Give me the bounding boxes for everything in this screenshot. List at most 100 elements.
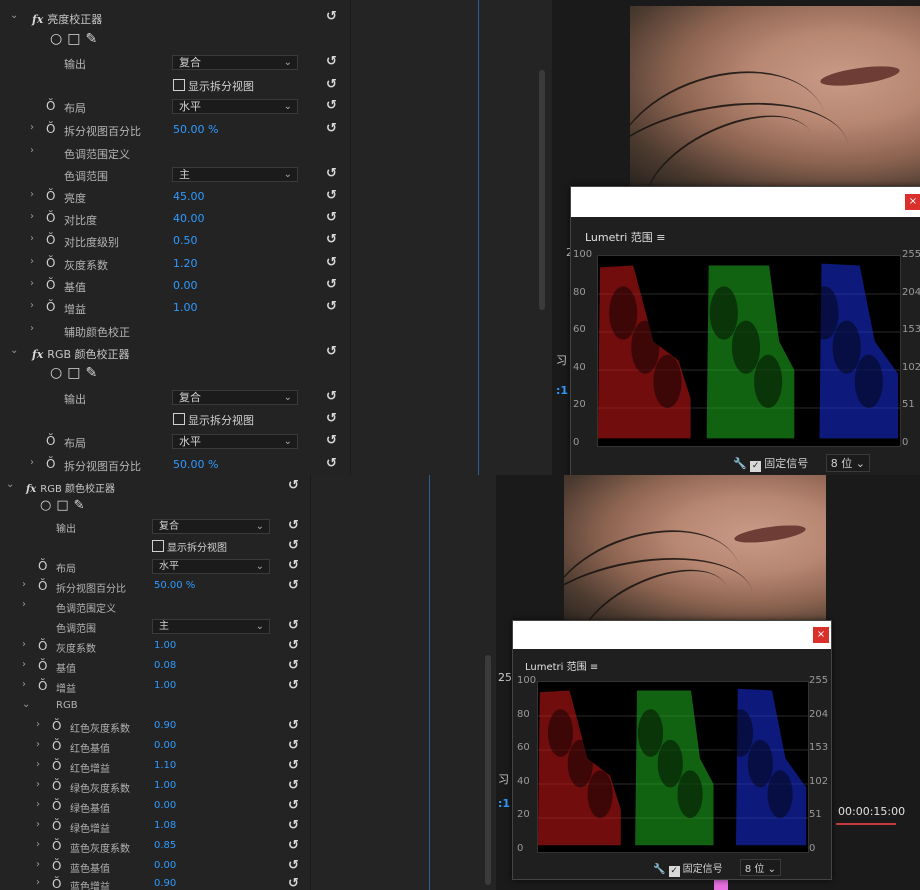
timeline-area[interactable] [310,475,497,890]
reset-icon[interactable]: ↺ [288,538,299,553]
red-gamma-value[interactable]: 0.90 [154,720,176,731]
stopwatch-icon[interactable]: Ŏ [46,233,55,247]
split-view-checkbox[interactable]: 显示拆分视图 [173,78,254,94]
stopwatch-icon[interactable]: Ŏ [52,799,61,813]
menu-icon[interactable]: ≡ [656,231,665,244]
blue-gain-value[interactable]: 0.90 [154,878,176,889]
stopwatch-icon[interactable]: Ŏ [52,859,61,873]
reset-icon[interactable]: ↺ [326,188,337,203]
scrollbar[interactable] [539,70,545,310]
pedestal-value[interactable]: 0.00 [173,279,198,292]
split-pct-value[interactable]: 50.00 % [173,123,218,136]
reset-icon[interactable]: ↺ [326,299,337,314]
effect-header-rgb[interactable]: ⌄ fx RGB 颜色校正器 ↺ [0,477,310,497]
mask-tool-icons[interactable]: ○□✎ [50,31,102,47]
stopwatch-icon[interactable]: Ŏ [46,211,55,225]
reset-icon[interactable]: ↺ [288,818,299,833]
reset-icon[interactable]: ↺ [288,798,299,813]
reset-icon[interactable]: ↺ [326,411,337,426]
reset-icon[interactable]: ↺ [288,718,299,733]
expand-chevron-icon[interactable]: › [30,300,34,311]
layout-dropdown[interactable]: 水平 ⌄ [172,434,298,449]
reset-icon[interactable]: ↺ [288,778,299,793]
reset-icon[interactable]: ↺ [288,858,299,873]
mask-tool-icons[interactable]: ○□✎ [50,365,102,381]
timeline-area[interactable] [350,0,551,475]
gamma-value[interactable]: 1.20 [173,257,198,270]
tonal-range-dropdown[interactable]: 主 ⌄ [172,167,298,182]
expand-chevron-icon[interactable]: › [30,122,34,133]
gain-value[interactable]: 1.00 [154,680,176,691]
reset-icon[interactable]: ↺ [326,166,337,181]
reset-icon[interactable]: ↺ [326,77,337,92]
stopwatch-icon[interactable]: Ŏ [52,779,61,793]
expand-chevron-icon[interactable]: › [30,278,34,289]
mask-tool-icons[interactable]: ○□✎ [40,498,90,513]
blue-gamma-value[interactable]: 0.85 [154,840,176,851]
reset-icon[interactable]: ↺ [326,456,337,471]
window-titlebar[interactable]: × [571,187,920,217]
stopwatch-icon[interactable]: Ŏ [52,839,61,853]
expand-chevron-icon[interactable]: › [22,659,26,670]
expand-chevron-icon[interactable]: › [36,799,40,810]
split-view-checkbox[interactable]: 显示拆分视图 [152,539,227,554]
layout-dropdown[interactable]: 水平 ⌄ [172,99,298,114]
rgb-group-row[interactable]: ⌄ RGB [0,697,310,717]
playhead[interactable] [478,0,479,475]
expand-chevron-icon[interactable]: › [36,759,40,770]
stopwatch-icon[interactable]: Ŏ [46,189,55,203]
expand-chevron-icon[interactable]: › [30,211,34,222]
green-gain-value[interactable]: 1.08 [154,820,176,831]
reset-icon[interactable]: ↺ [288,838,299,853]
expand-chevron-icon[interactable]: › [30,457,34,468]
expand-chevron-icon[interactable]: › [30,145,34,156]
expand-chevron-icon[interactable]: › [36,779,40,790]
expand-chevron-icon[interactable]: › [36,819,40,830]
reset-icon[interactable]: ↺ [326,344,337,359]
stopwatch-icon[interactable]: Ŏ [52,877,61,890]
reset-icon[interactable]: ↺ [288,578,299,593]
effect-header-rgb[interactable]: ⌄ fx RGB 颜色校正器 ↺ [0,343,350,363]
stopwatch-icon[interactable]: Ŏ [46,278,55,292]
expand-chevron-icon[interactable]: › [22,679,26,690]
expand-chevron-icon[interactable]: › [36,839,40,850]
stopwatch-icon[interactable]: Ŏ [46,300,55,314]
blue-pedestal-value[interactable]: 0.00 [154,860,176,871]
stopwatch-icon[interactable]: Ŏ [46,434,55,448]
stopwatch-icon[interactable]: Ŏ [38,639,47,653]
stopwatch-icon[interactable]: Ŏ [52,819,61,833]
collapse-chevron-icon[interactable]: ⌄ [22,699,30,710]
reset-icon[interactable]: ↺ [288,638,299,653]
split-pct-value[interactable]: 50.00 % [173,458,218,471]
window-titlebar[interactable]: × [513,621,831,649]
expand-chevron-icon[interactable]: › [36,719,40,730]
reset-icon[interactable]: ↺ [288,658,299,673]
output-dropdown[interactable]: 复合 ⌄ [152,519,270,534]
playhead[interactable] [429,475,430,890]
close-icon[interactable]: × [813,627,829,643]
reset-icon[interactable]: ↺ [288,738,299,753]
stopwatch-icon[interactable]: Ŏ [52,739,61,753]
check-icon[interactable]: ✓ [668,866,680,877]
expand-chevron-icon[interactable]: › [30,256,34,267]
reset-icon[interactable]: ↺ [326,9,337,24]
output-dropdown[interactable]: 复合 ⌄ [172,390,298,405]
check-icon[interactable]: ✓ [750,461,762,472]
stopwatch-icon[interactable]: Ŏ [46,99,55,113]
green-gamma-value[interactable]: 1.00 [154,780,176,791]
reset-icon[interactable]: ↺ [288,618,299,633]
reset-icon[interactable]: ↺ [326,433,337,448]
layout-dropdown[interactable]: 水平 ⌄ [152,559,270,574]
timecode[interactable]: 00:00:15:00 [838,805,905,818]
stopwatch-icon[interactable]: Ŏ [52,759,61,773]
bit-depth-dropdown[interactable]: 8 位 ⌄ [739,859,781,876]
split-pct-value[interactable]: 50.00 % [154,580,195,591]
menu-icon[interactable]: ≡ [590,662,598,673]
reset-icon[interactable]: ↺ [288,876,299,890]
expand-chevron-icon[interactable]: › [22,639,26,650]
stopwatch-icon[interactable]: Ŏ [38,559,47,573]
reset-icon[interactable]: ↺ [288,518,299,533]
red-gain-value[interactable]: 1.10 [154,760,176,771]
reset-icon[interactable]: ↺ [326,210,337,225]
reset-icon[interactable]: ↺ [326,121,337,136]
